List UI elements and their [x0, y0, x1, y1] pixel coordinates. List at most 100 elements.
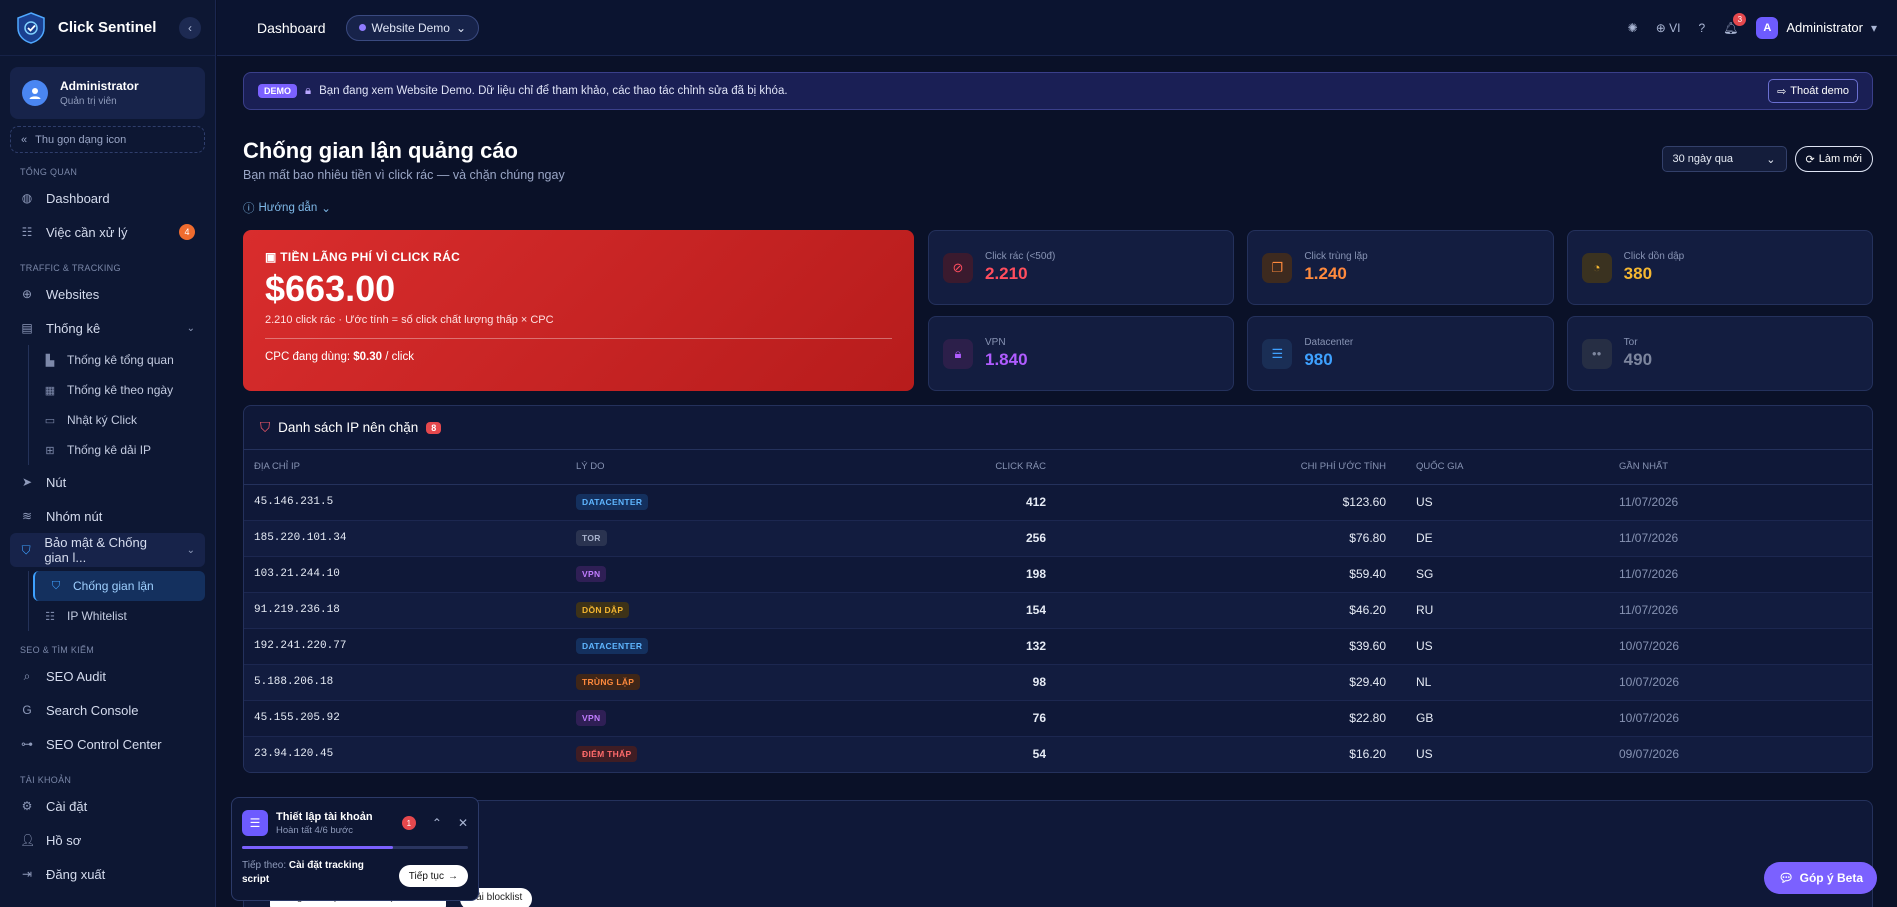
column-header-cost[interactable]: CHI PHÍ ƯỚC TÍNH: [1056, 450, 1396, 485]
demo-tag: DEMO: [258, 84, 297, 98]
cost-cell: $16.20: [1056, 736, 1396, 772]
exit-demo-button[interactable]: ⇨ Thoát demo: [1768, 79, 1858, 103]
collapse-sidebar-button[interactable]: ‹: [179, 16, 201, 39]
table-row[interactable]: 45.146.231.5 DATACENTER 412 $123.60 US 11/07/…: [244, 484, 1872, 521]
reason-badge: TOR: [576, 530, 607, 546]
double-chevron-left-icon: «: [21, 133, 28, 146]
clicks-cell: 256: [866, 520, 1056, 557]
site-selector[interactable]: Website Demo ⌄: [345, 14, 480, 41]
ip-cell: 45.155.205.92: [244, 700, 566, 737]
column-header-country[interactable]: QUỐC GIA: [1396, 450, 1609, 485]
theme-toggle-icon[interactable]: ✺: [1628, 21, 1638, 35]
compact-mode-button[interactable]: « Thu gọn dạng icon: [10, 126, 205, 153]
bar-chart-icon: ▤: [21, 321, 33, 335]
nav-item-dashboard[interactable]: ◍ Dashboard: [0, 181, 215, 215]
nav-item-seo-audit[interactable]: ⌕ SEO Audit: [0, 659, 215, 693]
nav-item-stats-daily[interactable]: ▦ Thống kê theo ngày: [29, 375, 215, 405]
table-row[interactable]: 5.188.206.18 TRÙNG LẶP 98 $29.40 NL 10/07/202…: [244, 664, 1872, 701]
nav-item-label: Dashboard: [46, 190, 110, 206]
table-row[interactable]: 185.220.101.34 TOR 256 $76.80 DE 11/07/2026: [244, 520, 1872, 557]
metric-grid: ⊘ Click rác (<50đ) 2.210 ❐ Click trùng lặ…: [928, 230, 1873, 391]
nav-section-seo: SEO & TÌM KIẾM: [20, 645, 95, 655]
breadcrumb[interactable]: Dashboard: [257, 20, 326, 36]
nav-item-anti-fraud[interactable]: ⛉ Chống gian lận: [33, 571, 205, 601]
metric-glyph: ◔: [1592, 260, 1601, 275]
page-title: Chống gian lận quảng cáo: [243, 138, 518, 163]
nav-item-label: Nhóm nút: [46, 508, 103, 524]
table-row[interactable]: 91.219.236.18 DỒN DẬP 154 $46.20 RU 11/07/202…: [244, 592, 1872, 629]
user-menu[interactable]: A Administrator ▾: [1756, 16, 1877, 39]
nav-item-label: Thống kê: [46, 320, 101, 336]
shield-icon: ⛉: [21, 542, 31, 557]
language-selector[interactable]: ⊕ VI: [1656, 21, 1681, 35]
table-row[interactable]: 23.94.120.45 ĐIỂM THẤP 54 $16.20 US 09/07/202…: [244, 736, 1872, 772]
nav-item-buttons[interactable]: ➤ Nút: [0, 465, 215, 499]
nav-item-stats-overview[interactable]: ▙ Thống kê tổng quan: [29, 345, 215, 375]
close-icon[interactable]: ✕: [458, 816, 468, 830]
column-header-reason[interactable]: LÝ DO: [566, 450, 866, 485]
nav-item-security[interactable]: ⛉ Bảo mật & Chống gian l... ⌄: [10, 533, 205, 567]
reason-badge: DỒN DẬP: [576, 602, 630, 618]
nav-item-seo-control[interactable]: ⊶ SEO Control Center: [0, 727, 215, 761]
copy-icon: ❐: [1262, 252, 1293, 283]
help-icon[interactable]: ?: [1698, 21, 1705, 35]
date-range-select[interactable]: 30 ngày qua ⌄: [1661, 146, 1787, 172]
nav-item-websites[interactable]: ⊕ Websites: [0, 277, 215, 311]
cpc-label: CPC đang dùng:: [265, 351, 351, 363]
nav-item-settings[interactable]: ⚙ Cài đặt: [0, 789, 215, 823]
sitemap-icon: ⊶: [21, 737, 33, 751]
wallet-icon: ▣: [265, 250, 277, 264]
metric-card: ⊘ Click rác (<50đ) 2.210: [928, 230, 1235, 305]
table-row[interactable]: 45.155.205.92 VPN 76 $22.80 GB 10/07/2026: [244, 700, 1872, 737]
notifications-button[interactable]: 🔔︎ 3: [1723, 12, 1747, 35]
nav-item-label: Chống gian lận: [73, 579, 154, 593]
nav-item-ip-whitelist[interactable]: ☷ IP Whitelist: [29, 601, 215, 631]
metric-value: 380: [1623, 264, 1653, 283]
stats-submenu: ▙ Thống kê tổng quan ▦ Thống kê theo ngà…: [28, 345, 215, 465]
globe-icon: ⊕: [1655, 20, 1666, 35]
user-card[interactable]: Administrator Quản trị viên: [10, 67, 205, 119]
table-row[interactable]: 192.241.220.77 DATACENTER 132 $39.60 US 10/07…: [244, 628, 1872, 665]
clicks-cell: 54: [866, 736, 1056, 772]
logout-icon: ⇥: [21, 867, 33, 881]
column-header-ip[interactable]: ĐỊA CHỈ IP: [244, 450, 566, 485]
refresh-button[interactable]: ⟳ Làm mới: [1794, 146, 1873, 172]
table-row[interactable]: 103.21.244.10 VPN 198 $59.40 SG 11/07/2026: [244, 556, 1872, 593]
nav-item-profile[interactable]: 👤︎ Hồ sơ: [0, 823, 215, 857]
ip-cell: 103.21.244.10: [244, 556, 566, 593]
title-actions: 30 ngày qua ⌄ ⟳ Làm mới: [1661, 146, 1873, 172]
guide-toggle[interactable]: ⓘ Hướng dẫn ⌄: [243, 200, 1873, 216]
demo-banner-text: Bạn đang xem Website Demo. Dữ liệu chỉ đ…: [319, 85, 788, 97]
country-cell: SG: [1396, 556, 1609, 593]
nav-item-label: Nút: [46, 474, 67, 490]
ip-block-list-title: Danh sách IP nên chặn: [278, 420, 419, 435]
site-dot-icon: [358, 24, 366, 31]
country-cell: GB: [1396, 700, 1609, 737]
chevron-down-icon: ⌄: [1766, 153, 1776, 166]
ip-table: ĐỊA CHỈ IP LÝ DO CLICK RÁC CHI PHÍ ƯỚC T…: [244, 450, 1872, 772]
nav-item-ip-range-stats[interactable]: ⊞ Thống kê dải IP: [29, 435, 215, 465]
cost-cell: $22.80: [1056, 700, 1396, 737]
reason-badge: ĐIỂM THẤP: [576, 746, 638, 762]
continue-button[interactable]: Tiếp tục →: [398, 865, 468, 887]
nav-item-stats[interactable]: ▤ Thống kê ⌄: [0, 311, 215, 345]
nav-item-todo[interactable]: ☷ Việc cần xử lý 4: [0, 215, 215, 249]
column-header-last[interactable]: GẦN NHẤT: [1609, 450, 1872, 485]
nav-item-click-log[interactable]: ▭ Nhật ký Click: [29, 405, 215, 435]
nav-item-label: Đăng xuất: [46, 866, 106, 882]
cost-cell: $123.60: [1056, 484, 1396, 521]
chevron-up-icon[interactable]: ⌃: [432, 816, 442, 830]
notification-count-badge: 3: [1733, 12, 1747, 26]
metric-label: Click trùng lặp: [1304, 251, 1368, 262]
server-icon: ☰: [1262, 338, 1293, 369]
reason-cell: VPN: [566, 556, 866, 593]
shield-check-icon: ⛉: [51, 579, 61, 592]
feedback-button[interactable]: 💬︎ Góp ý Beta: [1764, 862, 1877, 894]
nav-item-button-groups[interactable]: ≋ Nhóm nút: [0, 499, 215, 533]
cost-cell: $46.20: [1056, 592, 1396, 629]
column-header-clicks[interactable]: CLICK RÁC: [866, 450, 1056, 485]
feedback-label: Góp ý Beta: [1799, 871, 1863, 885]
nav-item-logout[interactable]: ⇥ Đăng xuất: [0, 857, 215, 891]
ip-block-list-card: ⛉ Danh sách IP nên chặn 8 ĐỊA CHỈ IP LÝ …: [243, 405, 1873, 773]
nav-item-search-console[interactable]: G Search Console: [0, 693, 215, 727]
